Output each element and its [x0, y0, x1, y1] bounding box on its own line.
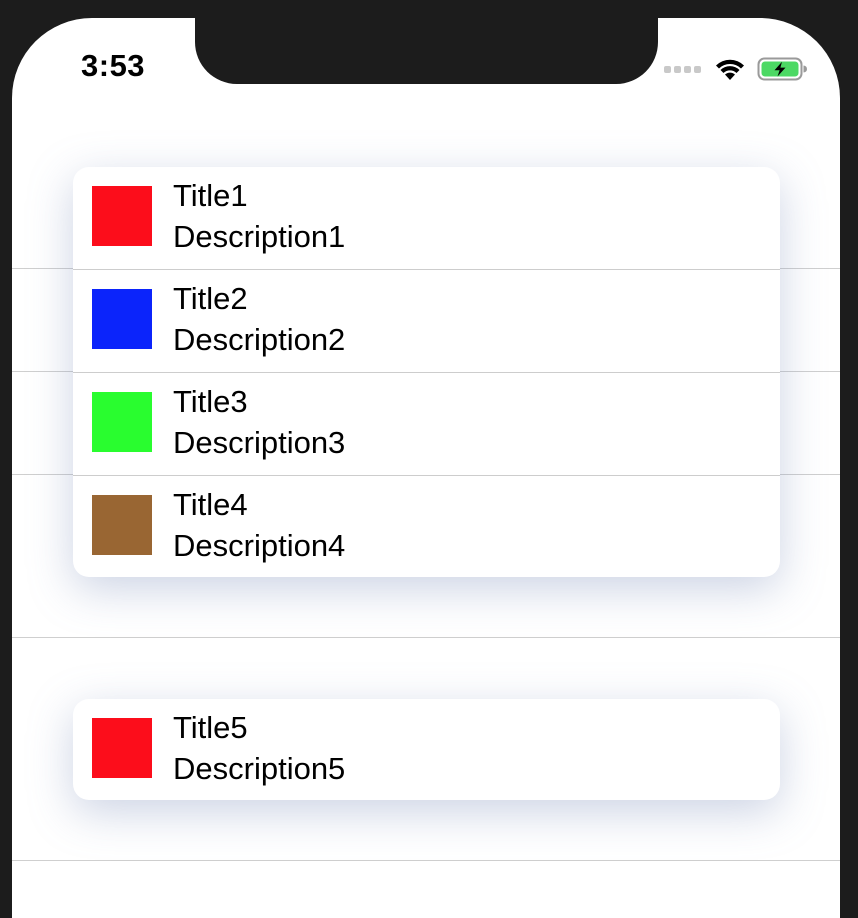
item-description: Description5	[173, 751, 346, 786]
card-group-2: Title5 Description5	[73, 699, 780, 800]
color-swatch	[92, 392, 152, 452]
item-title: Title5	[173, 710, 248, 745]
item-description: Description2	[173, 322, 346, 357]
color-swatch	[92, 289, 152, 349]
battery-charging-icon	[757, 57, 807, 81]
color-swatch	[92, 495, 152, 555]
item-description: Description3	[173, 425, 346, 460]
status-bar-icons	[664, 52, 809, 86]
card-group-1: Title1 Description1 Title2 Description2 …	[73, 167, 780, 577]
list-separator	[12, 637, 840, 638]
item-description: Description4	[173, 528, 346, 563]
list-item[interactable]: Title1 Description1	[73, 167, 780, 270]
wifi-icon	[716, 59, 744, 80]
color-swatch	[92, 718, 152, 778]
color-swatch	[92, 186, 152, 246]
signal-dots-icon	[664, 65, 701, 73]
list-separator	[12, 860, 840, 861]
item-title: Title2	[173, 281, 248, 316]
item-title: Title4	[173, 487, 248, 522]
status-bar-time: 3:53	[81, 48, 146, 83]
item-title: Title3	[173, 384, 248, 419]
list-item[interactable]: Title3 Description3	[73, 373, 780, 476]
list-item[interactable]: Title4 Description4	[73, 476, 780, 577]
item-description: Description1	[173, 219, 346, 254]
device-notch	[195, 18, 658, 84]
list-item[interactable]: Title5 Description5	[73, 699, 780, 800]
list-item[interactable]: Title2 Description2	[73, 270, 780, 373]
phone-screen: 3:53 Title1 Description1 Title2 Descript…	[12, 18, 840, 918]
item-title: Title1	[173, 178, 248, 213]
